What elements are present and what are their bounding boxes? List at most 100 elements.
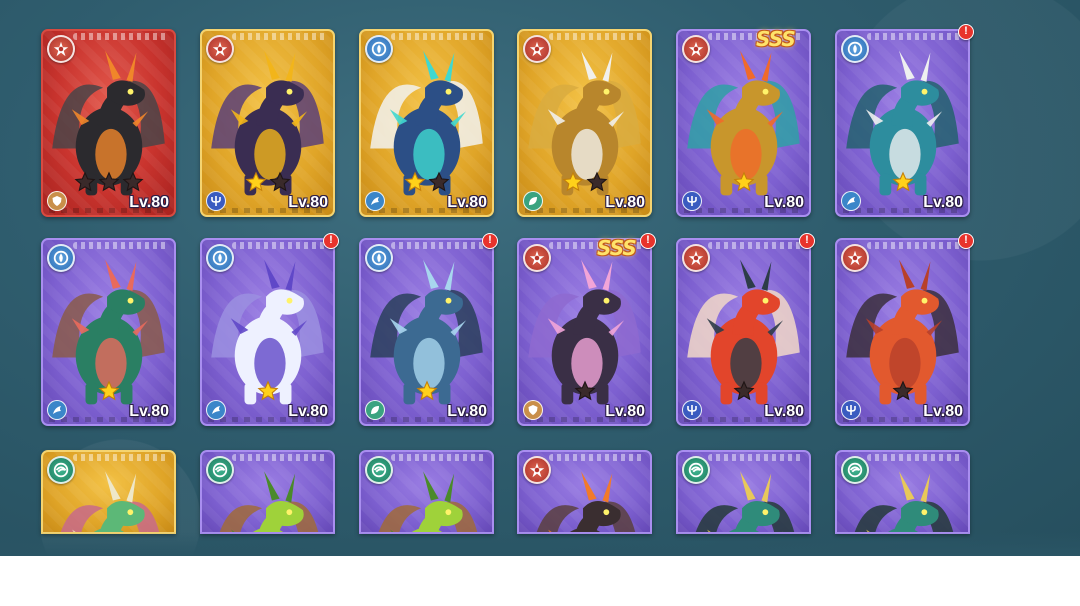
dps-role-badge: [206, 191, 226, 211]
dragon-card[interactable]: Lv.80: [200, 29, 335, 217]
star-rating: [678, 380, 809, 402]
fire-element-icon: [688, 250, 704, 266]
dragon-card[interactable]: [359, 450, 494, 534]
fire-element-badge: [523, 456, 551, 484]
star-empty-icon: [428, 171, 449, 192]
trident-role-icon: [211, 196, 221, 206]
card-top-trim: [549, 454, 644, 461]
tank-role-badge: [523, 400, 543, 420]
dragon-card[interactable]: Lv.80: [676, 29, 811, 217]
fire-element-icon: [529, 41, 545, 57]
wing-role-icon: [847, 197, 855, 205]
new-alert-icon: !: [482, 233, 498, 249]
star-rating: [519, 171, 650, 193]
fire-element-badge: [47, 35, 75, 63]
dragon-card[interactable]: Lv.80: [517, 238, 652, 426]
mage-role-badge: [365, 191, 385, 211]
star-filled-icon: [733, 171, 754, 192]
shield-role-icon: [528, 405, 538, 415]
new-alert-icon: !: [640, 233, 656, 249]
star-rating: [202, 171, 333, 193]
sss-rank-badge: SSS: [597, 236, 637, 260]
fire-element-badge: [682, 35, 710, 63]
dragon-card[interactable]: Lv.80: [359, 238, 494, 426]
dps-role-badge: [682, 191, 702, 211]
water-element-badge: [365, 244, 393, 272]
level-label: Lv.80: [447, 194, 487, 211]
dragon-card[interactable]: Lv.80: [835, 238, 970, 426]
mage-role-badge: [47, 400, 67, 420]
trident-role-icon: [687, 196, 697, 206]
dragon-card[interactable]: [200, 450, 335, 534]
leaf-role-icon: [529, 197, 537, 205]
card-top-trim: [867, 33, 962, 40]
dragon-card[interactable]: [41, 450, 176, 534]
leaf-role-icon: [371, 406, 379, 414]
dragon-card[interactable]: Lv.80: [359, 29, 494, 217]
star-empty-icon: [269, 171, 290, 192]
star-filled-icon: [245, 171, 266, 192]
fire-element-icon: [212, 41, 228, 57]
wind-element-icon: [688, 462, 704, 478]
wind-element-icon: [371, 462, 387, 478]
wind-element-badge: [841, 456, 869, 484]
level-label: Lv.80: [923, 194, 963, 211]
water-element-icon: [371, 41, 387, 57]
support-role-badge: [523, 191, 543, 211]
dps-role-badge: [682, 400, 702, 420]
wind-element-icon: [53, 462, 69, 478]
dragon-card[interactable]: Lv.80: [200, 238, 335, 426]
water-element-badge: [365, 35, 393, 63]
sss-rank-badge: SSS: [756, 27, 796, 51]
star-filled-icon: [892, 171, 913, 192]
level-label: Lv.80: [288, 194, 328, 211]
level-label: Lv.80: [288, 403, 328, 420]
mage-role-badge: [206, 400, 226, 420]
wind-element-badge: [206, 456, 234, 484]
star-filled-icon: [404, 171, 425, 192]
water-element-icon: [371, 250, 387, 266]
wind-element-badge: [47, 456, 75, 484]
dragon-card[interactable]: Lv.80: [41, 29, 176, 217]
dragon-card[interactable]: Lv.80: [676, 238, 811, 426]
card-top-trim: [73, 33, 168, 40]
star-rating: [361, 380, 492, 402]
star-empty-icon: [586, 171, 607, 192]
level-label: Lv.80: [923, 403, 963, 420]
star-rating: [837, 171, 968, 193]
card-top-trim: [708, 454, 803, 461]
shield-role-icon: [52, 196, 62, 206]
water-element-badge: [47, 244, 75, 272]
star-rating: [519, 380, 650, 402]
card-top-trim: [73, 242, 168, 249]
dragon-card[interactable]: Lv.80: [41, 238, 176, 426]
dragon-card[interactable]: [835, 450, 970, 534]
dragon-card[interactable]: [676, 450, 811, 534]
wing-role-icon: [53, 406, 61, 414]
fire-element-badge: [206, 35, 234, 63]
card-top-trim: [232, 33, 327, 40]
card-top-trim: [391, 454, 486, 461]
card-top-trim: [708, 242, 803, 249]
dragon-collection-grid: Lv.80 Lv.80 Lv.80 Lv.80 Lv.80 SSS Lv.80! Lv.80 L…: [0, 0, 1080, 556]
dragon-card[interactable]: Lv.80: [517, 29, 652, 217]
dps-role-badge: [841, 400, 861, 420]
fire-element-badge: [682, 244, 710, 272]
new-alert-icon: !: [958, 233, 974, 249]
fire-element-icon: [847, 250, 863, 266]
water-element-icon: [53, 250, 69, 266]
star-empty-icon: [74, 171, 95, 192]
dragon-card[interactable]: Lv.80: [835, 29, 970, 217]
dragon-card[interactable]: [517, 450, 652, 534]
level-label: Lv.80: [605, 403, 645, 420]
level-label: Lv.80: [129, 403, 169, 420]
card-top-trim: [867, 242, 962, 249]
card-top-trim: [232, 454, 327, 461]
new-alert-icon: !: [323, 233, 339, 249]
level-label: Lv.80: [764, 194, 804, 211]
trident-role-icon: [846, 405, 856, 415]
fire-element-badge: [523, 244, 551, 272]
level-label: Lv.80: [764, 403, 804, 420]
fire-element-icon: [688, 41, 704, 57]
water-element-badge: [841, 35, 869, 63]
